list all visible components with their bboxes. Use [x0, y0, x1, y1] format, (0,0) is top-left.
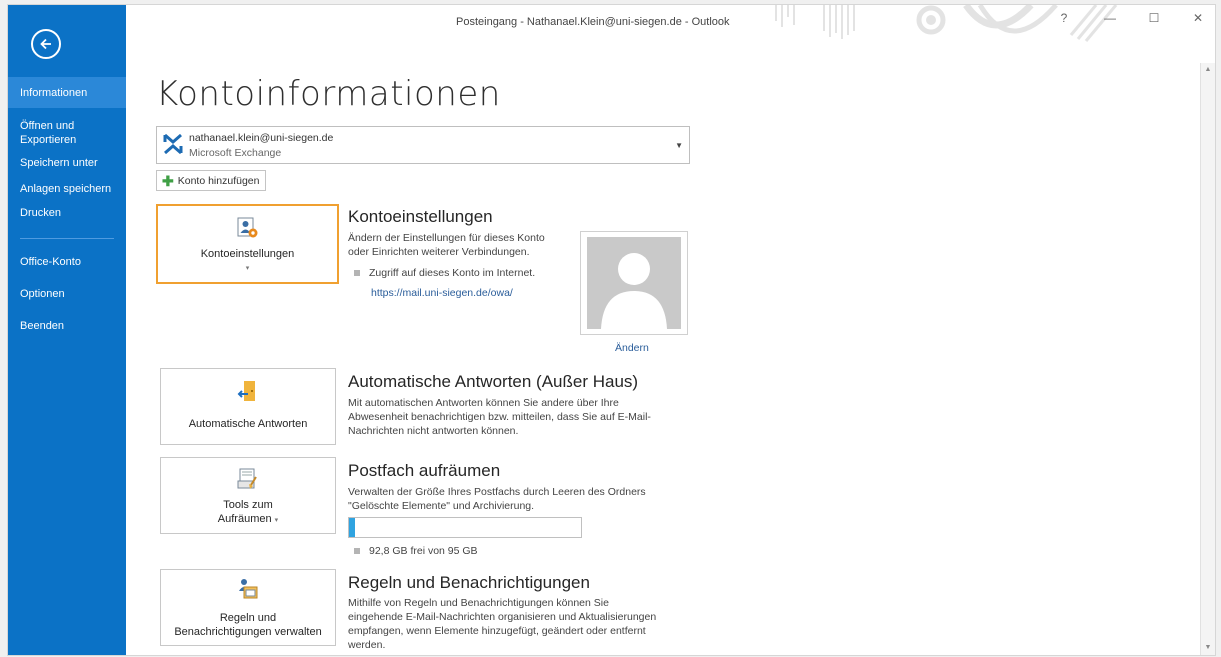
cleanup-tools-label-2: Aufräumen	[217, 513, 272, 525]
cleanup-tools-label-row: Aufräumen ▾	[161, 512, 335, 528]
web-access-bullet: Zugriff auf dieses Konto im Internet.	[354, 267, 535, 279]
web-access-text: Zugriff auf dieses Konto im Internet.	[369, 267, 536, 279]
vertical-scrollbar[interactable]: ▲ ▼	[1200, 63, 1215, 655]
rules-desc-1: Mithilfe von Regeln und Benachrichtigung…	[348, 597, 609, 609]
change-photo-link[interactable]: Ändern	[615, 342, 649, 354]
account-settings-icon	[237, 217, 257, 238]
exchange-icon	[163, 133, 183, 155]
nav-item-drucken[interactable]: Drucken	[8, 206, 126, 220]
nav-item-informationen[interactable]: Informationen	[8, 77, 126, 108]
help-button[interactable]: ?	[1053, 11, 1075, 25]
bullet-icon	[354, 270, 360, 276]
auto-replies-desc-3: Nachrichten nicht antworten können.	[348, 425, 519, 437]
nav-item-optionen[interactable]: Optionen	[8, 287, 126, 301]
cleanup-title: Postfach aufräumen	[348, 461, 501, 480]
back-button[interactable]	[31, 29, 61, 59]
back-arrow-icon	[40, 38, 51, 50]
rules-alerts-button[interactable]: Regeln und Benachrichtigungen verwalten	[160, 569, 336, 646]
window-title: Posteingang - Nathanael.Klein@uni-siegen…	[456, 16, 730, 28]
rules-alerts-label-1: Regeln und	[219, 612, 277, 624]
backstage-sidebar: Informationen Öffnen und Exportieren Spe…	[8, 5, 126, 655]
add-account-label: Konto hinzufügen	[177, 174, 260, 187]
chevron-down-icon: ▾	[245, 265, 250, 272]
chevron-down-icon: ▼	[675, 141, 683, 150]
owa-link[interactable]: https://mail.uni-siegen.de/owa/	[371, 287, 513, 299]
scroll-up-icon[interactable]: ▲	[1201, 63, 1215, 77]
nav-item-oeffnen-exportieren[interactable]: Öffnen und Exportieren	[8, 119, 126, 147]
nav-item-office-konto[interactable]: Office-Konto	[8, 255, 126, 269]
account-settings-title: Kontoeinstellungen	[348, 207, 493, 226]
account-settings-desc-1: Ändern der Einstellungen für dieses Kont…	[348, 232, 545, 244]
rules-desc-4: werden.	[348, 639, 386, 651]
page-title: Kontoinformationen	[156, 74, 501, 114]
auto-replies-icon	[237, 381, 255, 401]
storage-text: 92,8 GB frei von 95 GB	[369, 545, 478, 557]
title-bar: Posteingang - Nathanael.Klein@uni-siegen…	[126, 5, 1215, 42]
plus-icon: ✚	[162, 172, 174, 189]
cleanup-tools-label-1: Tools zum	[223, 499, 273, 511]
account-settings-button[interactable]: Kontoeinstellungen ▾	[156, 204, 339, 284]
cleanup-desc-1: Verwalten der Größe Ihres Postfachs durc…	[348, 486, 646, 498]
account-selector[interactable]: nathanael.klein@uni-siegen.de Microsoft …	[156, 126, 690, 164]
add-account-button[interactable]: ✚ Konto hinzufügen	[156, 170, 267, 191]
account-settings-button-label: Kontoeinstellungen	[200, 248, 295, 260]
account-email: nathanael.klein@uni-siegen.de	[189, 132, 334, 144]
cleanup-desc-2: "Gelöschte Elemente" und Archivierung.	[348, 500, 535, 512]
user-placeholder-icon	[601, 253, 667, 329]
avatar	[587, 237, 681, 329]
rules-alerts-icon	[239, 579, 258, 599]
auto-replies-button-label: Automatische Antworten	[188, 418, 308, 430]
nav-item-beenden[interactable]: Beenden	[8, 319, 126, 333]
auto-replies-title: Automatische Antworten (Außer Haus)	[348, 372, 639, 391]
chevron-down-icon: ▾	[274, 517, 279, 524]
minimize-button[interactable]: —	[1099, 11, 1121, 25]
mailbox-usage-bar	[348, 517, 582, 538]
nav-divider	[20, 238, 114, 239]
restore-button[interactable]: ☐	[1143, 11, 1165, 25]
auto-replies-desc-2: Abwesenheit benachrichtigen bzw. mitteil…	[348, 411, 651, 423]
rules-desc-2: eingehende E-Mail-Nachrichten organisier…	[348, 611, 657, 623]
account-type: Microsoft Exchange	[189, 147, 282, 159]
scroll-down-icon[interactable]: ▼	[1201, 641, 1215, 655]
cleanup-tools-button[interactable]: Tools zum Aufräumen ▾	[160, 457, 336, 534]
rules-desc-3: empfangen, wenn Elemente hinzugefügt, ge…	[348, 625, 646, 637]
rules-title: Regeln und Benachrichtigungen	[348, 573, 590, 592]
outlook-window: Informationen Öffnen und Exportieren Spe…	[8, 5, 1215, 655]
rules-alerts-label-2: Benachrichtigungen verwalten	[174, 626, 322, 638]
profile-photo-frame[interactable]	[580, 231, 688, 335]
account-settings-desc-2: oder Einrichten weiterer Verbindungen.	[348, 246, 530, 258]
mailbox-usage-fill	[349, 518, 355, 537]
close-button[interactable]: ✕	[1187, 11, 1209, 25]
auto-replies-desc-1: Mit automatischen Antworten können Sie a…	[348, 397, 619, 409]
cleanup-tools-icon	[237, 468, 257, 489]
storage-bullet: 92,8 GB frei von 95 GB	[354, 545, 478, 557]
backstage-nav: Informationen Öffnen und Exportieren Spe…	[8, 77, 126, 333]
bullet-icon	[354, 548, 360, 554]
nav-item-speichern-unter[interactable]: Speichern unter	[8, 156, 126, 170]
account-info-page: Kontoinformationen nathanael.klein@uni-s…	[126, 41, 1201, 655]
auto-replies-button[interactable]: Automatische Antworten	[160, 368, 336, 445]
nav-item-anlagen-speichern[interactable]: Anlagen speichern	[8, 182, 126, 196]
